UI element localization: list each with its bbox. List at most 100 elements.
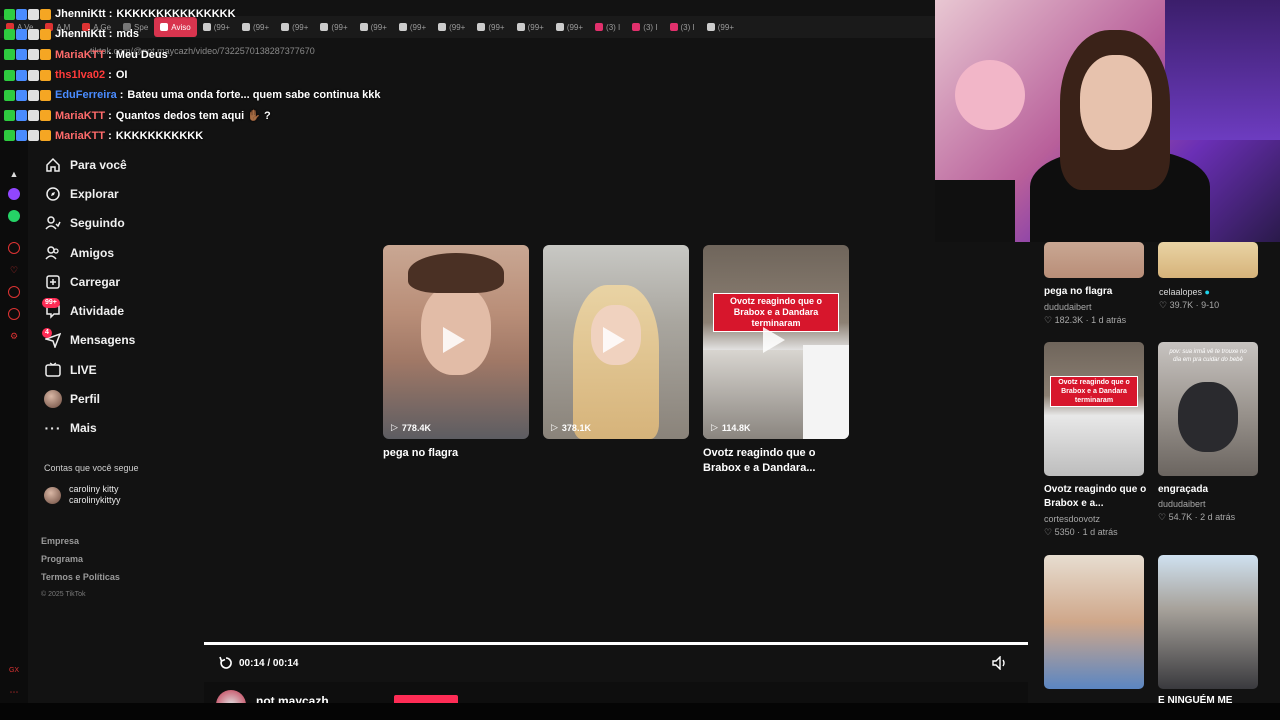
chat-text: Bateu uma onda forte... quem sabe contin…: [127, 89, 381, 102]
video-card[interactable]: ▷ 778.4K: [383, 245, 529, 439]
nav-item-live[interactable]: LIVE: [28, 355, 203, 384]
chat-username[interactable]: MariaKTT: [55, 130, 105, 142]
chat-separator: :: [108, 48, 112, 61]
chat-separator: :: [108, 69, 112, 82]
tab-favicon-icon: [706, 23, 715, 31]
related-title[interactable]: E NINGUÉM ME: [1158, 694, 1268, 708]
friends-icon: [44, 244, 62, 262]
related-title[interactable]: pega no flagra: [1044, 285, 1154, 299]
related-title[interactable]: engraçada: [1158, 483, 1268, 497]
related-title[interactable]: Ovotz reagindo que o Brabox e a...: [1044, 483, 1154, 511]
chat-message: JhenniKtt: KKKKKKKKKKKKKKK: [0, 4, 380, 24]
browser-tab[interactable]: (3) I: [626, 17, 663, 37]
browser-tab[interactable]: (99+: [701, 17, 740, 37]
badge-icon: [16, 8, 27, 20]
view-count: ▷ 778.4K: [391, 422, 431, 433]
whatsapp-strip-icon[interactable]: [8, 210, 20, 222]
related-stats: ♡ 5350 · 1 d atrás: [1044, 527, 1118, 537]
browser-tab[interactable]: (99+: [471, 17, 510, 37]
tiktok-strip-icon[interactable]: ▲: [8, 168, 20, 180]
browser-tab[interactable]: (99+: [511, 17, 550, 37]
nav-item-home[interactable]: Para você: [28, 150, 203, 179]
footer-link-programa[interactable]: Programa: [41, 550, 120, 568]
chat-message: MariaKTT: KKKKKKKKKKK: [0, 126, 380, 146]
video-card[interactable]: ▷ 378.1K: [543, 245, 689, 439]
chat-username[interactable]: ths1lva02: [55, 69, 105, 81]
chat-separator: :: [119, 89, 124, 102]
badge-icon: [40, 28, 51, 40]
tab-label: (99+: [527, 22, 544, 32]
nav-item-activity[interactable]: 99+ Atividade: [28, 296, 203, 325]
related-video-thumb[interactable]: [1158, 555, 1258, 689]
footer-link-termos[interactable]: Termos e Políticas: [41, 568, 120, 586]
footer-link-empresa[interactable]: Empresa: [41, 532, 120, 550]
nav-item-more[interactable]: ··· Mais: [28, 414, 203, 443]
nav-item-profile[interactable]: Perfil: [28, 384, 203, 413]
related-video-thumb[interactable]: Ovotz reagindo que o Brabox e a Dandara …: [1044, 342, 1144, 476]
twitch-strip-icon[interactable]: [8, 188, 20, 200]
tab-favicon-icon: [595, 23, 604, 31]
following-account[interactable]: caroliny kitty carolinykittyy: [44, 484, 121, 506]
chat-message: MariaKTT: Quantos dedos tem aqui ✋🏾 ?: [0, 105, 380, 125]
browser-tab[interactable]: (99+: [550, 17, 589, 37]
badge-icon: [40, 89, 51, 101]
related-video-thumb[interactable]: pov: sua irmã vê te trouxe no dia em pra…: [1158, 342, 1258, 476]
badge-icon: [40, 69, 51, 81]
chat-username[interactable]: MariaKTT: [55, 49, 105, 61]
badge-icon: [4, 89, 15, 101]
verified-icon: ●: [1204, 287, 1210, 297]
related-author[interactable]: dududaibert: [1158, 499, 1206, 509]
chat-text: KKKKKKKKKKKKKKK: [116, 8, 236, 21]
nav-item-label: Mais: [70, 421, 97, 436]
chat-text: mds: [116, 28, 140, 41]
person-thumbnail: [1178, 382, 1238, 452]
nav-item-upload[interactable]: Carregar: [28, 267, 203, 296]
nav-item-messages[interactable]: 4 Mensagens: [28, 326, 203, 355]
shelf-background: [1165, 0, 1280, 140]
volume-icon[interactable]: [992, 656, 1008, 670]
related-video-thumb[interactable]: [1044, 242, 1144, 278]
browser-tab[interactable]: (3) I: [589, 17, 626, 37]
strip-more-icon[interactable]: ⋯: [8, 686, 20, 698]
related-author[interactable]: cortesdoovotz: [1044, 514, 1100, 524]
browser-tab[interactable]: (99+: [432, 17, 471, 37]
badge-icon: [40, 8, 51, 20]
chat-username[interactable]: MariaKTT: [55, 110, 105, 122]
video-card[interactable]: Ovotz reagindo que o Brabox e a Dandara …: [703, 245, 849, 439]
chat-username[interactable]: EduFerreira: [55, 89, 117, 101]
tab-label: (99+: [566, 22, 584, 32]
chat-separator: :: [108, 109, 112, 122]
avatar: [44, 486, 61, 504]
chat-separator: :: [108, 8, 113, 21]
replay-icon[interactable]: [218, 655, 234, 671]
heart-strip-icon[interactable]: ♡: [8, 264, 20, 276]
settings-strip-icon[interactable]: ⚙: [8, 330, 20, 342]
strip-icon-1[interactable]: [8, 242, 20, 254]
badge-icon: [28, 28, 39, 40]
webcam-overlay: [935, 0, 1280, 242]
nav-item-following[interactable]: Seguindo: [28, 209, 203, 238]
strip-icon-3[interactable]: GX: [8, 665, 20, 677]
related-video-thumb[interactable]: [1044, 555, 1144, 689]
badge-icon: [16, 28, 27, 40]
browser-tab[interactable]: (99+: [393, 17, 432, 37]
browser-tab[interactable]: (3) I: [664, 17, 701, 37]
strip-icon-2[interactable]: [8, 308, 20, 320]
nav-item-friends[interactable]: Amigos: [28, 238, 203, 267]
clock-strip-icon[interactable]: [8, 286, 20, 298]
following-title: Contas que você segue: [44, 463, 139, 473]
video-title[interactable]: pega no flagra: [383, 446, 533, 461]
play-icon: [443, 327, 465, 353]
nav-item-compass[interactable]: Explorar: [28, 179, 203, 208]
progress-bar[interactable]: [204, 642, 1028, 645]
nav-item-label: Atividade: [70, 304, 125, 319]
related-stats: ♡ 54.7K · 2 d atrás: [1158, 512, 1236, 522]
video-title[interactable]: Ovotz reagindo que o Brabox e a Dandara.…: [703, 446, 853, 476]
nav-item-label: LIVE: [70, 362, 97, 377]
chat-username[interactable]: JhenniKtt: [55, 8, 106, 20]
related-video-thumb[interactable]: [1158, 242, 1258, 278]
related-author[interactable]: dududaibert: [1044, 302, 1092, 312]
related-author[interactable]: celaalopes ●: [1159, 287, 1210, 297]
chat-username[interactable]: JhenniKtt: [55, 28, 106, 40]
bottom-bar: [0, 703, 1280, 720]
